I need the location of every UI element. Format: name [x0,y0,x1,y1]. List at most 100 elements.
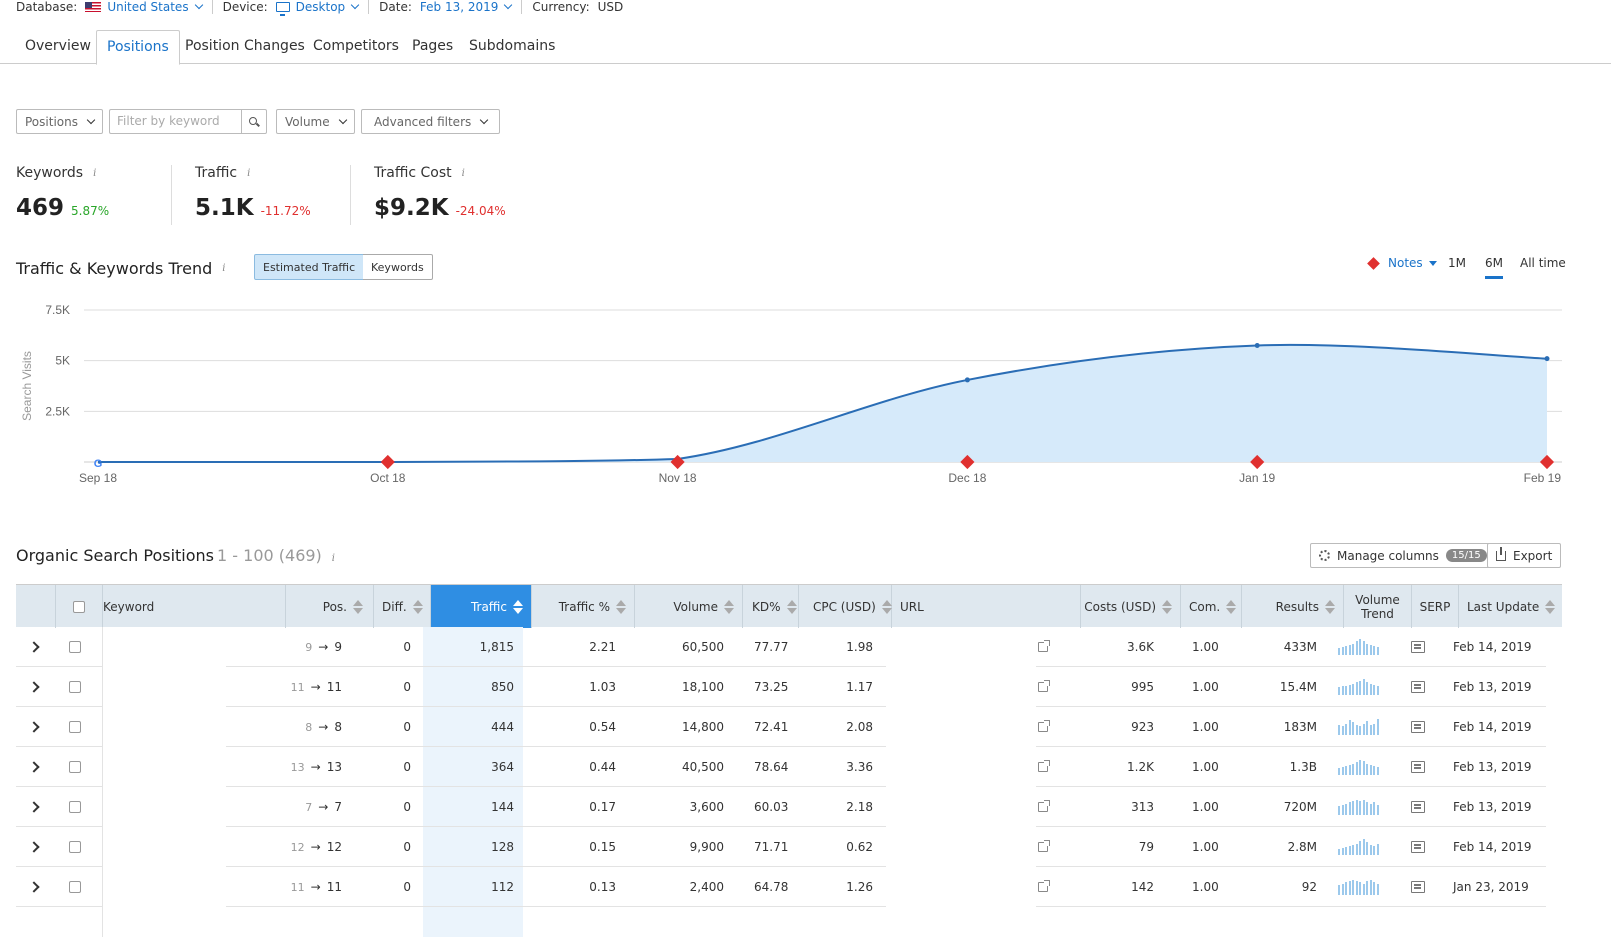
volume-trend-sparkline [1338,879,1379,895]
tab-position-changes[interactable]: Position Changes [175,30,315,64]
keyword-search-button[interactable] [241,109,267,134]
kd-cell: 72.41 [754,720,789,734]
notes-dropdown[interactable]: Notes [1367,256,1437,270]
select-all-checkbox[interactable] [73,600,85,613]
expand-row-button[interactable] [28,627,50,667]
sparkline-bar [1352,684,1354,695]
row-checkbox[interactable] [69,641,81,653]
tab-competitors[interactable]: Competitors [303,30,409,64]
serp-button[interactable] [1411,747,1425,787]
column-results[interactable]: Results [1242,585,1344,628]
column-costs[interactable]: Costs (USD) [1081,585,1181,628]
serp-button[interactable] [1411,827,1425,867]
expand-row-button[interactable] [28,707,50,747]
open-url-button[interactable] [1038,707,1050,747]
column-volume[interactable]: Volume [635,585,743,628]
row-checkbox[interactable] [69,801,81,813]
info-icon[interactable]: i [462,168,465,179]
column-url[interactable]: URL [892,585,1081,628]
keywords-toggle[interactable]: Keywords [363,254,433,280]
tab-subdomains[interactable]: Subdomains [459,30,565,64]
column-last-update[interactable]: Last Update [1459,585,1562,628]
table-title-text: Organic Search Positions [16,546,215,565]
costs-cell: 79 [1138,840,1154,854]
column-volume-trend[interactable]: Volume Trend [1344,585,1412,628]
tab-overview[interactable]: Overview [15,30,101,64]
row-checkbox[interactable] [69,881,81,893]
open-url-button[interactable] [1038,787,1050,827]
database-selector[interactable]: Database: United States [16,0,203,14]
column-diff[interactable]: Diff. [374,585,431,628]
expand-row-button[interactable] [28,787,50,827]
positions-filter-dropdown[interactable]: Positions [16,109,103,134]
manage-columns-button[interactable]: Manage columns 15/15 [1310,543,1496,568]
table-row[interactable]: 9 → 9 0 1,815 2.21 60,500 77.77 1.98 3.6K … [16,627,1562,667]
serp-button[interactable] [1411,787,1425,827]
results-cell: 183M [1283,720,1317,734]
row-checkbox[interactable] [69,721,81,733]
estimated-traffic-toggle[interactable]: Estimated Traffic [254,254,365,280]
info-icon[interactable]: i [222,263,225,274]
cpc-cell: 3.36 [846,760,873,774]
expand-row-button[interactable] [28,827,50,867]
range-all-time[interactable]: All time [1520,256,1566,270]
column-traffic-pct[interactable]: Traffic % [532,585,635,628]
info-icon[interactable]: i [93,168,96,179]
expand-row-button[interactable] [28,747,50,787]
keyword-filter-input[interactable]: Filter by keyword [109,109,242,134]
date-selector[interactable]: Date: Feb 13, 2019 [379,0,513,14]
open-url-button[interactable] [1038,827,1050,867]
range-6m[interactable]: 6M [1485,256,1503,279]
range-1m[interactable]: 1M [1448,256,1466,270]
volume-filter-dropdown[interactable]: Volume [276,109,355,134]
serp-button[interactable] [1411,867,1425,907]
current-position: 12 [326,840,342,854]
table-row[interactable]: 12 → 12 0 128 0.15 9,900 71.71 0.62 79 1.0… [16,827,1562,867]
column-keyword[interactable]: Keyword [103,585,286,628]
table-row[interactable]: 8 → 8 0 444 0.54 14,800 72.41 2.08 923 1.0… [16,707,1562,747]
open-url-button[interactable] [1038,627,1050,667]
expand-row-button[interactable] [28,867,50,907]
column-kd[interactable]: KD% [743,585,799,628]
serp-button[interactable] [1411,627,1425,667]
column-serp[interactable]: SERP [1412,585,1459,628]
serp-button[interactable] [1411,667,1425,707]
tab-positions[interactable]: Positions [96,30,180,65]
row-checkbox[interactable] [69,681,81,693]
info-icon[interactable]: i [247,168,250,179]
serp-button[interactable] [1411,707,1425,747]
column-com[interactable]: Com. [1181,585,1242,628]
open-url-button[interactable] [1038,867,1050,907]
table-row[interactable]: 13 → 13 0 364 0.44 40,500 78.64 3.36 1.2K … [16,747,1562,787]
column-traffic[interactable]: Traffic [431,585,532,628]
table-row[interactable]: 11 → 11 0 850 1.03 18,100 73.25 1.17 995 1… [16,667,1562,707]
trend-title: Traffic & Keywords Trend i [16,259,225,278]
kpi-value: $9.2K [374,195,449,221]
column-pos[interactable]: Pos. [286,585,374,628]
traffic-pct-cell: 0.15 [589,840,616,854]
sparkline-bar [1369,725,1372,735]
open-url-button[interactable] [1038,667,1050,707]
volume-filter-label: Volume [285,114,330,129]
table-row[interactable]: 7 → 7 0 144 0.17 3,600 60.03 2.18 313 1.00… [16,787,1562,827]
sparkline-bar [1348,881,1351,895]
sparkline-bar [1373,685,1375,695]
device-selector[interactable]: Device: Desktop [223,0,360,16]
date-label: Date: [379,0,412,14]
table-row[interactable]: 11 → 11 0 112 0.13 2,400 64.78 1.26 142 1.… [16,867,1562,907]
sparkline-bar [1369,645,1372,655]
volume-trend-sparkline [1338,719,1379,735]
column-cpc[interactable]: CPC (USD) [799,585,892,628]
expand-row-button[interactable] [28,667,50,707]
gear-icon [1319,550,1330,561]
info-icon[interactable]: i [332,553,335,564]
row-checkbox[interactable] [69,761,81,773]
traffic-trend-chart: 7.5K 5K 2.5K Search Visits Sep 18 Oct 18 Nov… [20,303,1562,485]
results-cell: 2.8M [1287,840,1317,854]
open-url-button[interactable] [1038,747,1050,787]
divider [368,0,370,14]
export-button[interactable]: Export [1487,543,1562,568]
tab-pages[interactable]: Pages [402,30,463,64]
advanced-filters-dropdown[interactable]: Advanced filters [361,109,501,134]
row-checkbox[interactable] [69,841,81,853]
